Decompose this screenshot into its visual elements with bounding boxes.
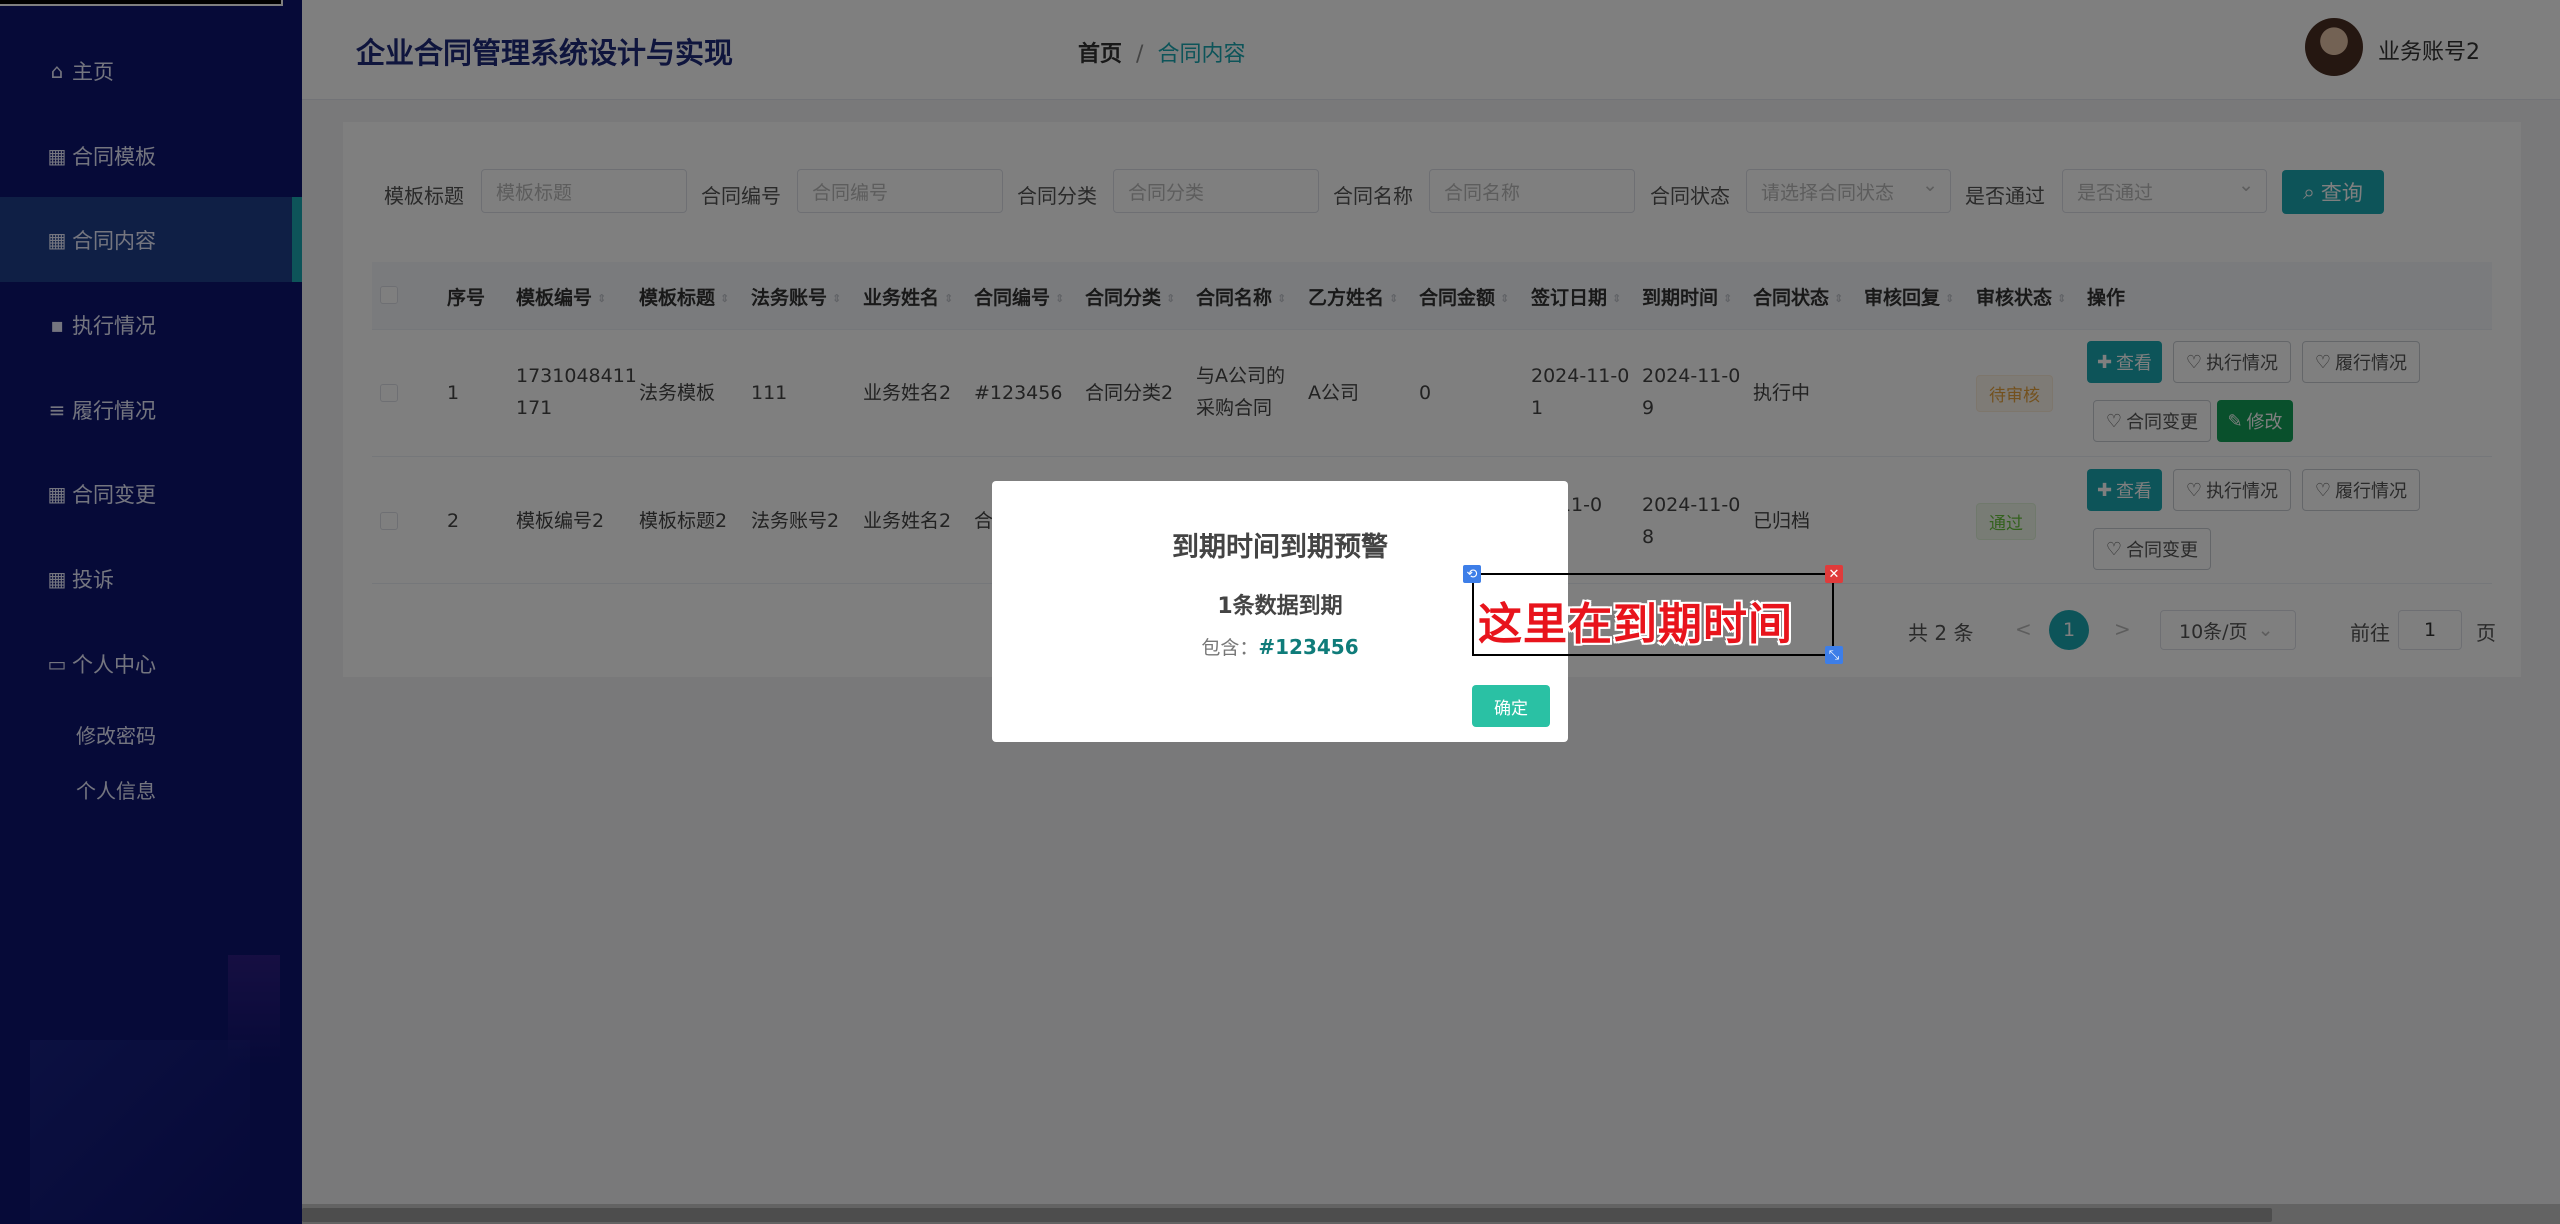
dialog-contract-no: #123456	[1258, 635, 1359, 659]
annotation-text: 这里在到期时间	[1478, 599, 1793, 650]
dialog-contains-prefix: 包含：	[1201, 637, 1259, 659]
dialog-ok-button[interactable]: 确定	[1472, 685, 1550, 727]
close-icon[interactable]: ✕	[1825, 565, 1843, 583]
dialog-title: 到期时间到期预警	[1172, 532, 1388, 563]
resize-icon[interactable]: ⤡	[1825, 646, 1843, 664]
rotate-icon[interactable]: ⟲	[1463, 565, 1481, 583]
